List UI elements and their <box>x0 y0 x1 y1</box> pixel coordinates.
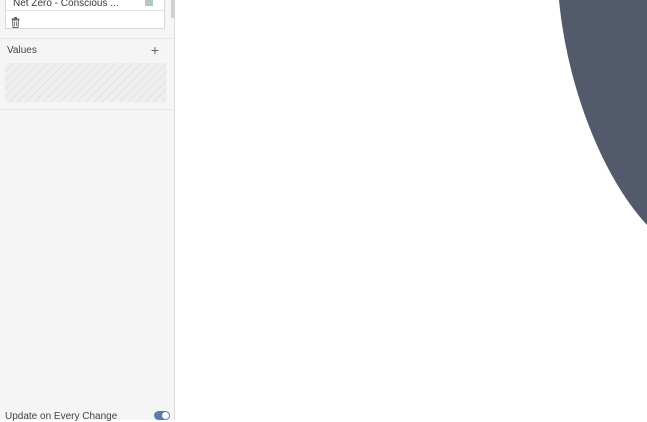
divider <box>0 38 175 39</box>
pie-slice[interactable] <box>557 0 647 225</box>
values-section-title: Values <box>7 45 37 56</box>
chart-canvas <box>176 0 647 420</box>
add-value-button[interactable]: + <box>149 43 161 57</box>
divider <box>0 109 175 110</box>
trash-icon[interactable] <box>11 15 20 28</box>
field-item[interactable]: Net Zero - Conscious ... <box>6 0 164 11</box>
pie-chart <box>557 0 647 225</box>
update-on-change-toggle[interactable] <box>154 411 170 420</box>
values-drop-zone[interactable] <box>5 63 166 102</box>
field-list: Net Zero - Conscious ... <box>5 0 165 29</box>
scrollbar[interactable] <box>171 0 175 18</box>
sidebar-panel: Net Zero - Conscious ... Values + Update… <box>0 0 175 422</box>
toggle-knob <box>162 412 169 419</box>
color-swatch[interactable] <box>145 0 153 6</box>
field-item-label: Net Zero - Conscious ... <box>13 0 119 9</box>
update-on-change-label: Update on Every Change <box>5 411 118 422</box>
